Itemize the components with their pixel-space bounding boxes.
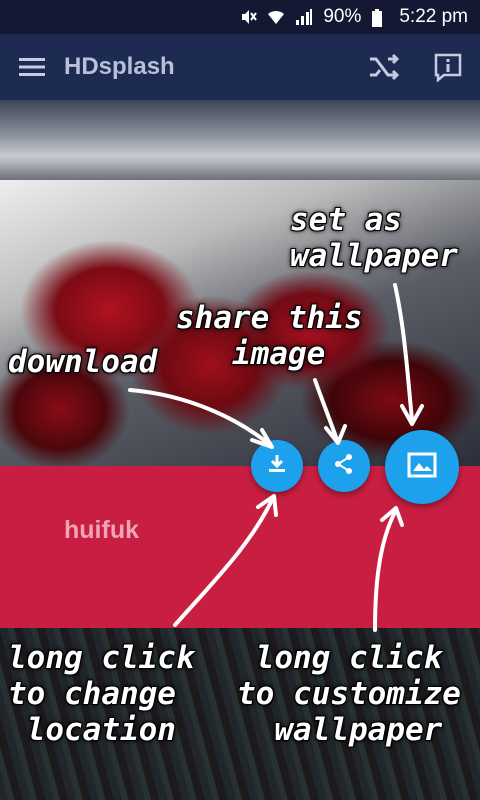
set-wallpaper-button[interactable] <box>385 430 459 504</box>
share-icon <box>333 453 355 479</box>
info-icon[interactable] <box>416 34 480 100</box>
download-button[interactable] <box>251 440 303 492</box>
hamburger-menu-icon[interactable] <box>0 34 64 100</box>
image-icon <box>407 452 437 482</box>
status-bar: 90% 5:22 pm <box>0 0 480 34</box>
background-image-top <box>0 100 480 180</box>
annotation-download: download <box>8 344 158 380</box>
annotation-long-click-location: long click to change location <box>8 640 195 748</box>
download-icon <box>266 453 288 479</box>
signal-icon <box>295 8 313 26</box>
shuffle-icon[interactable] <box>352 34 416 100</box>
battery-icon <box>371 8 389 27</box>
annotation-share: share this image <box>176 300 363 372</box>
app-title: HDsplash <box>64 53 175 80</box>
wifi-icon <box>267 8 285 26</box>
mute-icon <box>239 8 258 26</box>
annotation-set-wallpaper: set as wallpaper <box>290 202 458 274</box>
clock: 5:22 pm <box>399 6 468 27</box>
battery-level: 90% <box>323 6 362 27</box>
author-name: huifuk <box>64 516 139 544</box>
app-bar: HDsplash <box>0 34 480 100</box>
annotation-long-click-customize: long click to customize wallpaper <box>237 640 461 748</box>
share-button[interactable] <box>318 440 370 492</box>
